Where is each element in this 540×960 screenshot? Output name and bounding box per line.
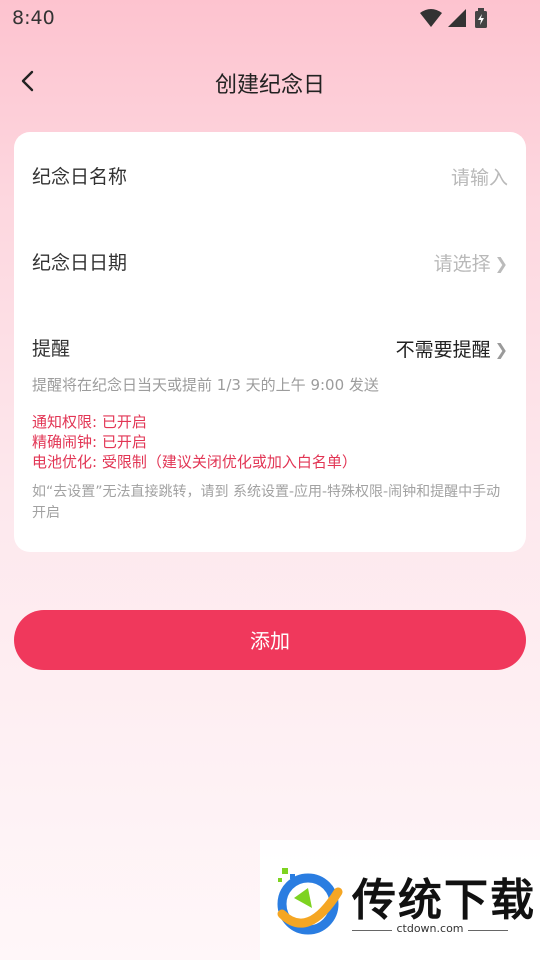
permission-status: 精确闹钟: 已开启: [32, 433, 147, 451]
top-nav: 创建纪念日: [0, 56, 540, 106]
battery-icon: [475, 8, 487, 28]
watermark-url: ctdown.com: [396, 922, 464, 935]
chevron-right-icon: ❯: [494, 340, 508, 359]
name-row[interactable]: 纪念日名称 请输入: [32, 154, 508, 194]
signal-icon: [448, 9, 466, 27]
reminder-description: 提醒将在纪念日当天或提前 1/3 天的上午 9:00 发送: [32, 376, 379, 394]
permission-status-list: 通知权限: 已开启 精确闹钟: 已开启 电池优化: 受限制（建议关闭优化或加入白…: [32, 412, 508, 472]
brand-logo-icon: [277, 868, 343, 935]
watermark: 传统下载 ctdown.com: [260, 840, 540, 960]
form-card: 纪念日名称 请输入 纪念日日期 请选择 ❯ 提醒 不需要提醒 ❯ 提醒将在纪念日当天…: [14, 132, 526, 552]
name-input[interactable]: 请输入: [451, 163, 508, 190]
status-icons: [420, 8, 500, 30]
date-label: 纪念日日期: [32, 252, 128, 274]
status-time: 8:40: [12, 7, 55, 29]
page-title: 创建纪念日: [214, 73, 325, 98]
status-bar: 8:40: [0, 0, 540, 36]
settings-hint: 如“去设置”无法直接跳转，请到 系统设置-应用-特殊权限-闹钟和提醒中手动开启: [32, 484, 501, 521]
permission-status: 通知权限: 已开启: [32, 413, 147, 431]
reminder-label: 提醒: [32, 338, 71, 360]
date-placeholder: 请选择: [433, 253, 491, 275]
reminder-select[interactable]: 不需要提醒 ❯: [396, 335, 508, 362]
date-row[interactable]: 纪念日日期 请选择 ❯: [32, 240, 508, 280]
wifi-icon: [420, 9, 442, 27]
reminder-row[interactable]: 提醒 不需要提醒 ❯: [32, 326, 508, 366]
chevron-right-icon: ❯: [494, 254, 508, 273]
name-label: 纪念日名称: [32, 166, 128, 188]
permission-status: 电池优化: 受限制（建议关闭优化或加入白名单）: [32, 453, 357, 471]
add-button[interactable]: 添加: [14, 610, 526, 670]
watermark-brand: 传统下载: [352, 875, 536, 926]
date-picker[interactable]: 请选择 ❯: [434, 249, 508, 276]
reminder-value: 不需要提醒: [395, 339, 491, 361]
